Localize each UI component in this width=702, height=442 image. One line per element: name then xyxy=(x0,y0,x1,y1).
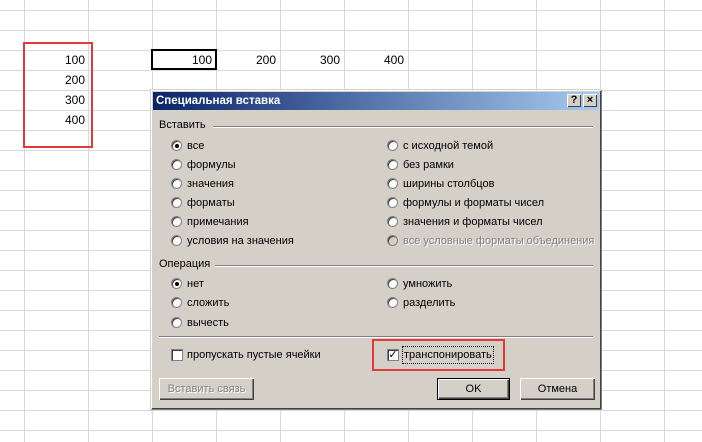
cell-c1[interactable]: 100 xyxy=(152,52,212,68)
radio-icon[interactable] xyxy=(171,317,182,328)
radio-icon xyxy=(387,235,398,246)
options-separator xyxy=(159,336,593,338)
radio-icon[interactable] xyxy=(387,178,398,189)
radio-icon[interactable] xyxy=(171,197,182,208)
radio-icon[interactable] xyxy=(171,297,182,308)
radio-icon[interactable] xyxy=(171,278,182,289)
radio-icon[interactable] xyxy=(171,235,182,246)
paste-group-label: Вставить xyxy=(159,119,206,131)
operation-group-label: Операция xyxy=(159,258,211,270)
radio-icon[interactable] xyxy=(387,216,398,227)
radio-icon[interactable] xyxy=(171,159,182,170)
radio-icon[interactable] xyxy=(387,159,398,170)
paste-link-button: Вставить связь xyxy=(159,378,254,400)
paste-group-separator xyxy=(213,126,593,128)
dialog-titlebar[interactable]: Специальная вставка ? × xyxy=(153,92,599,110)
radio-icon[interactable] xyxy=(387,297,398,308)
checkbox-icon[interactable] xyxy=(171,349,183,361)
ok-button[interactable]: OK xyxy=(437,378,510,400)
radio-icon[interactable] xyxy=(387,278,398,289)
source-range-highlight xyxy=(23,42,93,148)
radio-icon[interactable] xyxy=(387,197,398,208)
cell-f1[interactable]: 400 xyxy=(344,52,404,68)
checkmark-icon[interactable]: ✓ xyxy=(387,349,399,361)
radio-icon[interactable] xyxy=(171,140,182,151)
cell-d1[interactable]: 200 xyxy=(216,52,276,68)
radio-icon[interactable] xyxy=(171,216,182,227)
cancel-button[interactable]: Отмена xyxy=(520,378,595,400)
radio-icon[interactable] xyxy=(171,178,182,189)
cell-e1[interactable]: 300 xyxy=(280,52,340,68)
paste-special-dialog: Специальная вставка ? × Вставить все фор… xyxy=(150,89,601,409)
help-button[interactable]: ? xyxy=(567,94,581,107)
close-button[interactable]: × xyxy=(583,94,597,107)
dialog-title: Специальная вставка xyxy=(156,95,281,107)
radio-icon[interactable] xyxy=(387,140,398,151)
operation-group-separator xyxy=(215,265,593,267)
